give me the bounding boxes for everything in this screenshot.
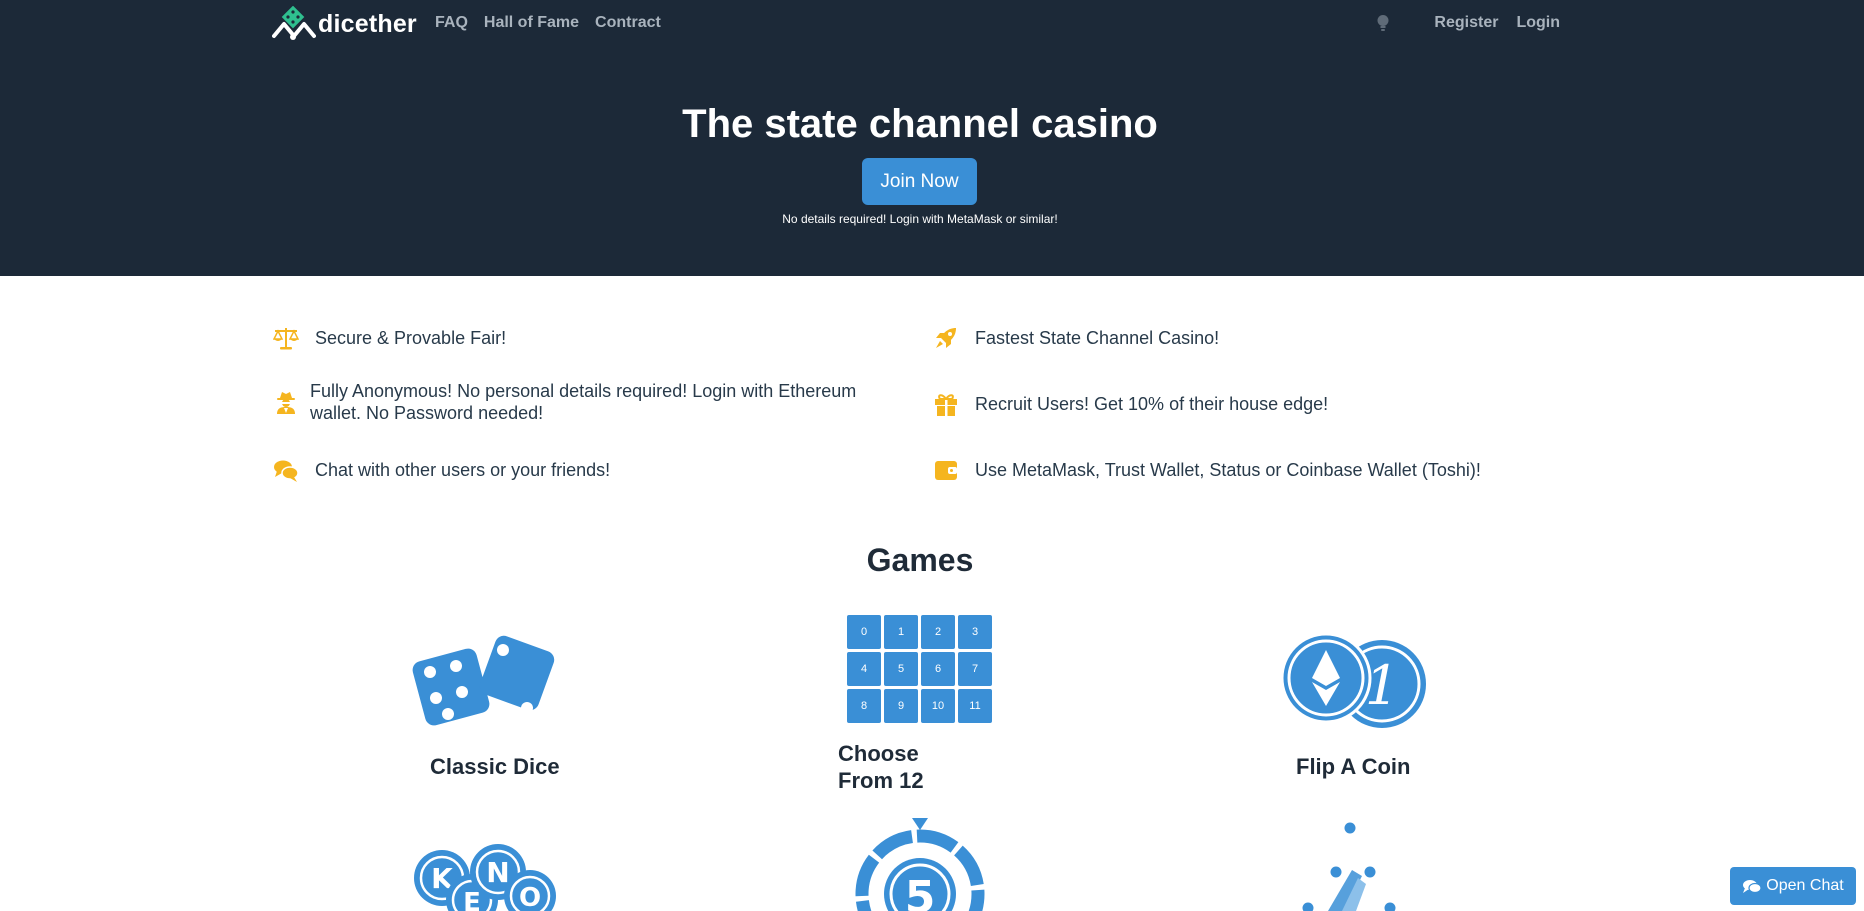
game-plinko[interactable]: [1290, 818, 1410, 911]
keno-letter: O: [519, 883, 541, 911]
login-link[interactable]: Login: [1516, 14, 1560, 32]
comments-icon: [272, 456, 300, 484]
navbar: dicether FAQ Hall of Fame Contract Regis…: [272, 0, 1560, 50]
brand-logo[interactable]: dicether: [272, 6, 417, 42]
hero-header: dicether FAQ Hall of Fame Contract Regis…: [0, 0, 1864, 276]
game-label: Classic Dice: [430, 754, 560, 779]
nav-links: FAQ Hall of Fame Contract: [435, 14, 677, 32]
grid-cell: 2: [921, 615, 955, 649]
feature-text: Fastest State Channel Casino!: [975, 328, 1220, 348]
keno-letter: N: [486, 856, 509, 889]
grid-cell: 9: [884, 689, 918, 723]
dice-icon: [412, 635, 555, 726]
grid-cell: 1: [884, 615, 918, 649]
plinko-icon: [1302, 822, 1396, 911]
grid-cell: 3: [958, 615, 992, 649]
grid-cell: 4: [847, 652, 881, 686]
wheel-icon: 5: [855, 818, 985, 911]
lightbulb-icon[interactable]: [1376, 14, 1390, 32]
feature-provably-fair: Secure & Provable Fair!: [272, 324, 506, 352]
game-classic-dice[interactable]: Classic Dice: [410, 632, 560, 787]
game-flip-a-coin[interactable]: 1 Flip A Coin: [1276, 632, 1426, 787]
wallet-icon: [932, 456, 960, 484]
game-label: Choose From 12: [838, 741, 924, 793]
join-now-button[interactable]: Join Now: [862, 158, 977, 205]
gift-icon: [932, 390, 960, 418]
feature-chat: Chat with other users or your friends!: [272, 456, 610, 484]
nav-faq[interactable]: FAQ: [435, 14, 468, 32]
nav-contract[interactable]: Contract: [595, 14, 661, 32]
grid-cell: 10: [921, 689, 955, 723]
coin-icon: 1: [1280, 632, 1426, 728]
user-secret-icon: [272, 388, 300, 416]
nav-right: Register Login: [1376, 14, 1560, 32]
game-keno[interactable]: K E N O: [414, 842, 564, 911]
comments-icon: [1743, 880, 1762, 894]
brand-name: dicether: [318, 9, 417, 38]
rocket-icon: [932, 324, 960, 352]
hero-note: No details required! Login with MetaMask…: [782, 212, 1058, 226]
open-chat-label: Open Chat: [1766, 877, 1844, 894]
grid-cell: 0: [847, 615, 881, 649]
keno-icon: K E N O: [414, 844, 556, 911]
grid-cell: 6: [921, 652, 955, 686]
feature-wallets: Use MetaMask, Trust Wallet, Status or Co…: [932, 456, 1481, 484]
hero-title: The state channel casino: [682, 102, 1158, 146]
nav-hall-of-fame[interactable]: Hall of Fame: [484, 14, 579, 32]
wheel-number: 5: [905, 872, 936, 911]
feature-fastest: Fastest State Channel Casino!: [932, 324, 1219, 352]
scales-icon: [272, 324, 300, 352]
grid-cell: 11: [958, 689, 992, 723]
game-wheel[interactable]: 5: [852, 816, 988, 911]
grid-cell: 8: [847, 689, 881, 723]
grid-cell: 5: [884, 652, 918, 686]
register-link[interactable]: Register: [1434, 14, 1498, 32]
feature-text: Chat with other users or your friends!: [315, 460, 611, 480]
feature-recruit: Recruit Users! Get 10% of their house ed…: [932, 390, 1328, 418]
dice-logo-icon: [272, 6, 316, 40]
open-chat-button[interactable]: Open Chat: [1730, 867, 1856, 905]
games-title: Games: [866, 542, 974, 578]
feature-text: Use MetaMask, Trust Wallet, Status or Co…: [975, 460, 1481, 480]
feature-text: Recruit Users! Get 10% of their house ed…: [975, 394, 1329, 414]
game-label: Flip A Coin: [1296, 754, 1411, 779]
feature-text: Secure & Provable Fair!: [315, 328, 507, 348]
feature-anonymous: Fully Anonymous! No personal details req…: [272, 380, 872, 424]
number-grid-icon: 0 1 2 3 4 5 6 7 8 9 10 11: [847, 615, 993, 723]
grid-cell: 7: [958, 652, 992, 686]
feature-text: Fully Anonymous! No personal details req…: [310, 381, 857, 423]
